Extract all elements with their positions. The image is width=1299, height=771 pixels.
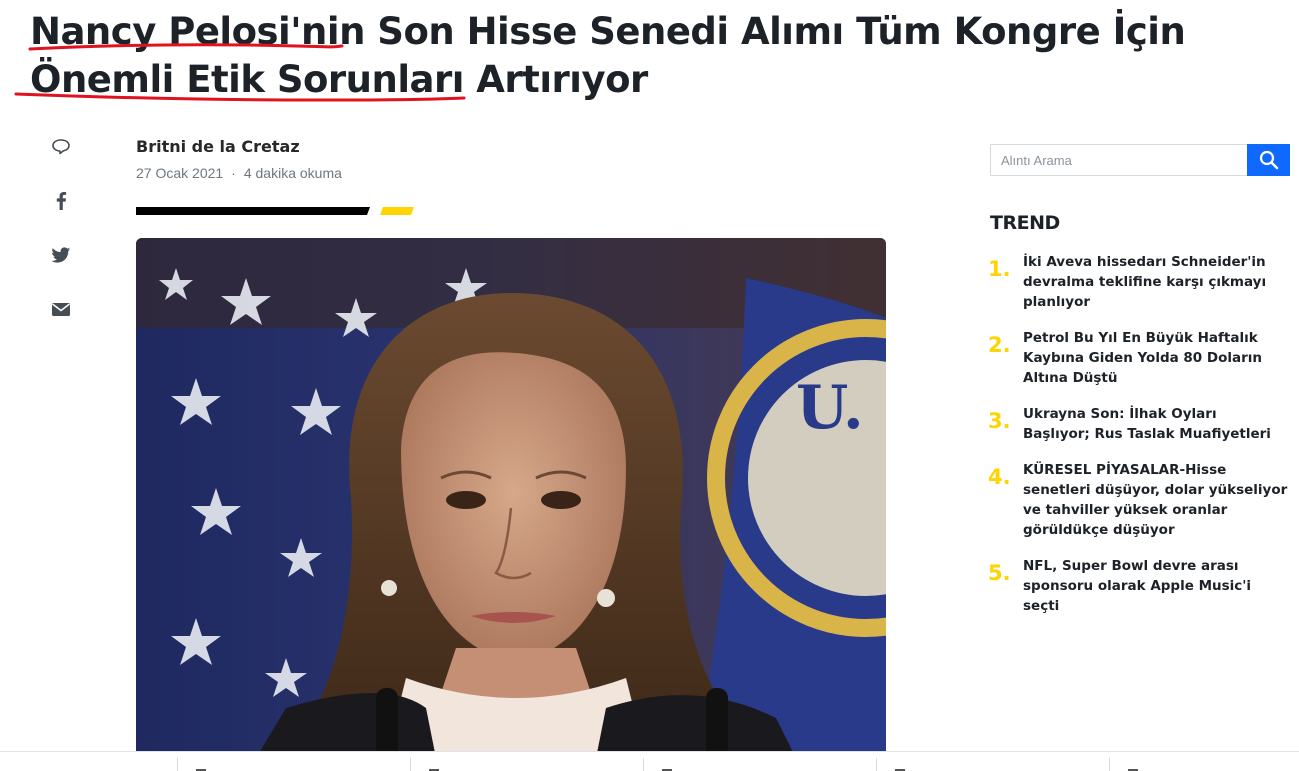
- search-button[interactable]: [1247, 144, 1290, 176]
- share-rail: [46, 132, 76, 348]
- author-name[interactable]: Britni de la Cretaz: [136, 137, 300, 156]
- trending-item[interactable]: 4. KÜRESEL PİYASALAR-Hisse senetleri düş…: [988, 460, 1288, 540]
- comment-icon: [52, 139, 70, 155]
- trending-item[interactable]: 1. İki Aveva hissedarı Schneider'in devr…: [988, 252, 1288, 312]
- trending-rank: 1.: [988, 257, 1011, 281]
- facebook-share-button[interactable]: [46, 186, 76, 216]
- trending-headline[interactable]: NFL, Super Bowl devre arası sponsoru ola…: [1023, 556, 1288, 616]
- trending-rank: 5.: [988, 561, 1011, 585]
- red-underline-mark: [28, 43, 344, 51]
- bottom-ticker-strip: [0, 751, 1299, 771]
- strip-divider: [410, 758, 411, 771]
- trending-item[interactable]: 5. NFL, Super Bowl devre arası sponsoru …: [988, 556, 1288, 616]
- facebook-icon: [56, 192, 67, 210]
- meta-separator: ·: [231, 165, 236, 181]
- quote-search: [990, 144, 1290, 176]
- strip-divider: [177, 758, 178, 771]
- svg-text:U.: U.: [796, 373, 864, 443]
- hero-image: U.: [136, 238, 886, 758]
- trending-list: 1. İki Aveva hissedarı Schneider'in devr…: [988, 252, 1288, 632]
- strip-divider: [643, 758, 644, 771]
- publish-date: 27 Ocak 2021: [136, 165, 224, 181]
- red-underline-mark: [14, 92, 466, 102]
- trending-item[interactable]: 3. Ukrayna Son: İlhak Oyları Başlıyor; R…: [988, 404, 1288, 444]
- article-meta: 27 Ocak 2021 · 4 dakika okuma: [136, 165, 342, 181]
- trending-title: TREND: [990, 212, 1060, 234]
- read-time: 4 dakika okuma: [243, 165, 342, 181]
- trending-headline[interactable]: İki Aveva hissedarı Schneider'in devralm…: [1023, 252, 1288, 312]
- trending-rank: 2.: [988, 333, 1011, 357]
- strip-divider: [876, 758, 877, 771]
- trending-headline[interactable]: Petrol Bu Yıl En Büyük Haftalık Kaybına …: [1023, 328, 1288, 388]
- email-share-button[interactable]: [46, 294, 76, 324]
- strip-divider: [1109, 758, 1110, 771]
- trending-headline[interactable]: Ukrayna Son: İlhak Oyları Başlıyor; Rus …: [1023, 404, 1288, 444]
- mail-icon: [52, 302, 70, 316]
- trending-rank: 4.: [988, 465, 1011, 489]
- trending-item[interactable]: 2. Petrol Bu Yıl En Büyük Haftalık Kaybı…: [988, 328, 1288, 388]
- twitter-share-button[interactable]: [46, 240, 76, 270]
- search-icon: [1259, 150, 1278, 170]
- trending-rank: 3.: [988, 409, 1011, 433]
- twitter-icon: [51, 246, 71, 263]
- comment-button[interactable]: [46, 132, 76, 162]
- trending-headline[interactable]: KÜRESEL PİYASALAR-Hisse senetleri düşüyo…: [1023, 460, 1288, 540]
- article-page: Nancy Pelosi'nin Son Hisse Senedi Alımı …: [0, 0, 1299, 771]
- accent-divider: [136, 207, 414, 215]
- quote-search-input[interactable]: [990, 144, 1247, 176]
